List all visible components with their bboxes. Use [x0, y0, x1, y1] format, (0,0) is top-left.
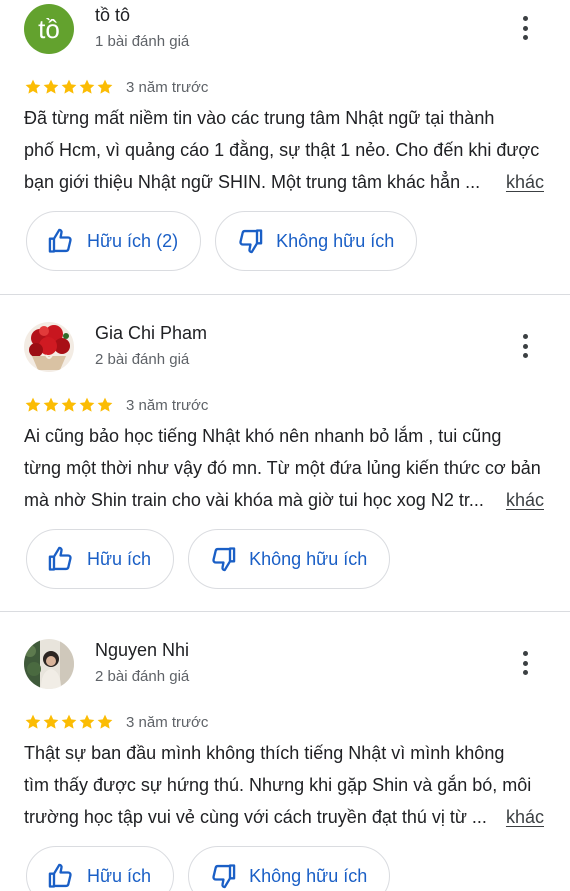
- star-icon: [96, 396, 114, 414]
- review-date: 3 năm trước: [126, 78, 209, 96]
- not-helpful-label: Không hữu ích: [249, 865, 368, 886]
- thumb-down-icon: [209, 862, 237, 890]
- avatar[interactable]: tồ: [24, 4, 74, 54]
- avatar[interactable]: [24, 322, 74, 372]
- read-more-link[interactable]: khác: [506, 484, 544, 516]
- thumb-up-icon: [47, 227, 75, 255]
- star-icon: [96, 713, 114, 731]
- review-actions: Hữu ích (2) Không hữu ích: [26, 211, 418, 271]
- review-text-line: Ai cũng bảo học tiếng Nhật khó nên nhanh…: [24, 426, 502, 446]
- review-date: 3 năm trước: [126, 713, 209, 731]
- avatar-photo-person: [24, 639, 74, 689]
- thumb-down-icon: [236, 227, 264, 255]
- avatar[interactable]: [24, 639, 74, 689]
- read-more-link[interactable]: khác: [506, 801, 544, 833]
- helpful-button[interactable]: Hữu ích: [26, 846, 175, 891]
- not-helpful-button[interactable]: Không hữu ích: [188, 529, 391, 589]
- star-rating: [24, 713, 114, 731]
- review-text: Ai cũng bảo học tiếng Nhật khó nên nhanh…: [24, 420, 554, 516]
- reviewer-review-count: 1 bài đánh giá: [95, 33, 190, 50]
- more-vert-icon[interactable]: [513, 331, 537, 361]
- thumb-up-icon: [47, 862, 75, 890]
- reviewer-review-count: 2 bài đánh giá: [95, 668, 190, 685]
- more-vert-icon[interactable]: [513, 13, 537, 43]
- review-text-line: tìm thấy được sự hứng thú. Nhưng khi gặp…: [24, 775, 532, 795]
- not-helpful-button[interactable]: Không hữu ích: [215, 211, 418, 271]
- reviewer-review-count: 2 bài đánh giá: [95, 351, 190, 368]
- star-rating: [24, 78, 114, 96]
- review-text: Thật sự ban đầu mình không thích tiếng N…: [24, 737, 554, 833]
- helpful-button[interactable]: Hữu ích: [26, 529, 175, 589]
- review-card: tồ tồ tô 1 bài đánh giá 3 năm trước Đã t…: [0, 0, 570, 294]
- not-helpful-button[interactable]: Không hữu ích: [188, 846, 391, 891]
- rating-row: 3 năm trước: [24, 76, 208, 98]
- review-text: Đã từng mất niềm tin vào các trung tâm N…: [24, 102, 554, 198]
- review-text-line: Thật sự ban đầu mình không thích tiếng N…: [24, 743, 505, 763]
- star-icon: [78, 396, 96, 414]
- review-text-line: mà nhờ Shin train cho vài khóa mà giờ tu…: [24, 490, 484, 510]
- reviewer-name[interactable]: Gia Chi Pham: [95, 323, 207, 344]
- star-icon: [24, 78, 42, 96]
- review-text-line: bạn giới thiệu Nhật ngữ SHIN. Một trung …: [24, 172, 481, 192]
- review-actions: Hữu ích Không hữu ích: [26, 529, 391, 589]
- star-icon: [60, 713, 78, 731]
- rating-row: 3 năm trước: [24, 711, 208, 733]
- reviewer-name[interactable]: tồ tô: [95, 5, 130, 26]
- reviews-list: tồ tồ tô 1 bài đánh giá 3 năm trước Đã t…: [0, 0, 570, 891]
- review-date: 3 năm trước: [126, 396, 209, 414]
- star-icon: [24, 396, 42, 414]
- thumb-down-icon: [209, 545, 237, 573]
- star-icon: [60, 396, 78, 414]
- more-vert-icon[interactable]: [513, 648, 537, 678]
- thumb-up-icon: [47, 545, 75, 573]
- star-icon: [78, 78, 96, 96]
- helpful-label: Hữu ích (2): [87, 230, 179, 251]
- helpful-label: Hữu ích: [87, 548, 152, 569]
- helpful-button[interactable]: Hữu ích (2): [26, 211, 202, 271]
- review-actions: Hữu ích Không hữu ích: [26, 846, 391, 891]
- review-card: Nguyen Nhi 2 bài đánh giá 3 năm trước Th…: [0, 611, 570, 891]
- star-icon: [42, 396, 60, 414]
- review-text-line: từng một thời như vậy đó mn. Từ một đứa …: [24, 458, 541, 478]
- review-text-line: trường học tập vui vẻ cùng với cách truy…: [24, 807, 487, 827]
- star-icon: [60, 78, 78, 96]
- review-text-line: Đã từng mất niềm tin vào các trung tâm N…: [24, 108, 495, 128]
- not-helpful-label: Không hữu ích: [276, 230, 395, 251]
- rating-row: 3 năm trước: [24, 394, 208, 416]
- reviewer-name[interactable]: Nguyen Nhi: [95, 640, 189, 661]
- star-icon: [24, 713, 42, 731]
- review-card: Gia Chi Pham 2 bài đánh giá 3 năm trước …: [0, 294, 570, 611]
- star-icon: [42, 78, 60, 96]
- review-text-line: phố Hcm, vì quảng cáo 1 đằng, sự thật 1 …: [24, 140, 540, 160]
- star-icon: [42, 713, 60, 731]
- avatar-letter: tồ: [38, 13, 60, 44]
- helpful-label: Hữu ích: [87, 865, 152, 886]
- star-icon: [78, 713, 96, 731]
- star-rating: [24, 396, 114, 414]
- star-icon: [96, 78, 114, 96]
- read-more-link[interactable]: khác: [506, 166, 544, 198]
- avatar-photo-flowers: [24, 322, 74, 372]
- not-helpful-label: Không hữu ích: [249, 548, 368, 569]
